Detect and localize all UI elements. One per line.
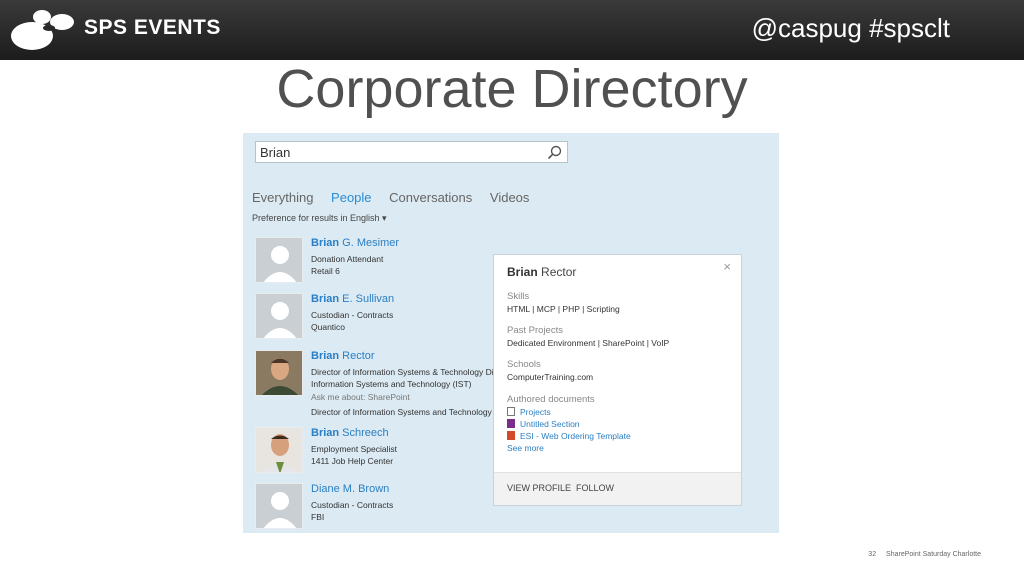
avatar[interactable] — [255, 483, 303, 529]
result-tabs: Everything People Conversations Videos — [252, 190, 543, 205]
sps-logo — [11, 10, 74, 50]
person-title: Custodian - Contracts — [311, 500, 394, 510]
person-role: Director of Information Systems and Tech… — [311, 407, 492, 417]
follow-button[interactable]: FOLLOW — [576, 483, 614, 493]
page-number: 32 — [868, 551, 877, 558]
brand-name: SPS EVENTS — [84, 16, 221, 39]
avatar[interactable] — [255, 427, 303, 473]
template-icon — [507, 431, 515, 440]
header-bar: SPS EVENTS @caspug #spsclt — [0, 0, 1024, 60]
directory-screenshot: Brian Everything People Conversations Vi… — [243, 133, 779, 533]
person-title: Custodian - Contracts — [311, 310, 394, 320]
tab-videos[interactable]: Videos — [490, 190, 530, 205]
document-link[interactable]: Projects — [507, 407, 551, 417]
person-title: Director of Information Systems & Techno… — [311, 367, 497, 377]
onenote-icon — [507, 419, 515, 428]
event-name: SharePoint Saturday Charlotte — [886, 551, 981, 558]
card-person-name: Brian Rector — [507, 265, 577, 279]
person-department: Information Systems and Technology (IST) — [311, 379, 472, 389]
view-profile-button[interactable]: VIEW PROFILE — [507, 483, 571, 493]
tab-everything[interactable]: Everything — [252, 190, 313, 205]
schools-value: ComputerTraining.com — [507, 372, 594, 382]
search-input[interactable]: Brian — [255, 141, 568, 163]
person-department: 1411 Job Help Center — [311, 456, 394, 466]
profile-hover-card: × Brian Rector Skills HTML | MCP | PHP |… — [493, 254, 742, 506]
document-link[interactable]: Untitled Section — [507, 419, 580, 429]
tab-conversations[interactable]: Conversations — [389, 190, 472, 205]
avatar[interactable] — [255, 350, 303, 396]
person-title: Employment Specialist — [311, 444, 397, 454]
document-link[interactable]: ESI - Web Ordering Template — [507, 431, 631, 441]
skills-value: HTML | MCP | PHP | Scripting — [507, 304, 620, 314]
projects-heading: Past Projects — [507, 325, 563, 336]
twitter-handle: @caspug #spsclt — [751, 13, 950, 43]
person-department: FBI — [311, 512, 325, 522]
projects-value: Dedicated Environment | SharePoint | VoI… — [507, 338, 670, 348]
person-name-link[interactable]: Diane M. Brown — [311, 483, 389, 495]
avatar[interactable] — [255, 237, 303, 283]
person-name-link[interactable]: Brian E. Sullivan — [311, 293, 394, 305]
person-department: Retail 6 — [311, 266, 340, 276]
close-icon[interactable]: × — [723, 259, 731, 274]
ask-me-about: Ask me about: SharePoint — [311, 392, 410, 402]
person-title: Donation Attendant — [311, 254, 384, 264]
slide-title: Corporate Directory — [276, 59, 748, 119]
avatar[interactable] — [255, 293, 303, 339]
skills-heading: Skills — [507, 291, 530, 302]
search-icon[interactable] — [547, 145, 562, 160]
document-icon — [507, 407, 515, 416]
language-preference[interactable]: Preference for results in English ▾ — [252, 213, 387, 224]
tab-people[interactable]: People — [331, 190, 371, 205]
person-name-link[interactable]: Brian Schreech — [311, 427, 389, 439]
person-department: Quantico — [311, 322, 346, 332]
schools-heading: Schools — [507, 359, 541, 370]
person-name-link[interactable]: Brian G. Mesimer — [311, 237, 399, 249]
card-actions: VIEW PROFILE FOLLOW — [494, 472, 741, 505]
search-value: Brian — [260, 145, 291, 160]
person-name-link[interactable]: Brian Rector — [311, 350, 375, 362]
see-more-link[interactable]: See more — [507, 443, 544, 453]
documents-heading: Authored documents — [507, 394, 595, 405]
slide-footer: 32 SharePoint Saturday Charlotte — [860, 551, 981, 558]
